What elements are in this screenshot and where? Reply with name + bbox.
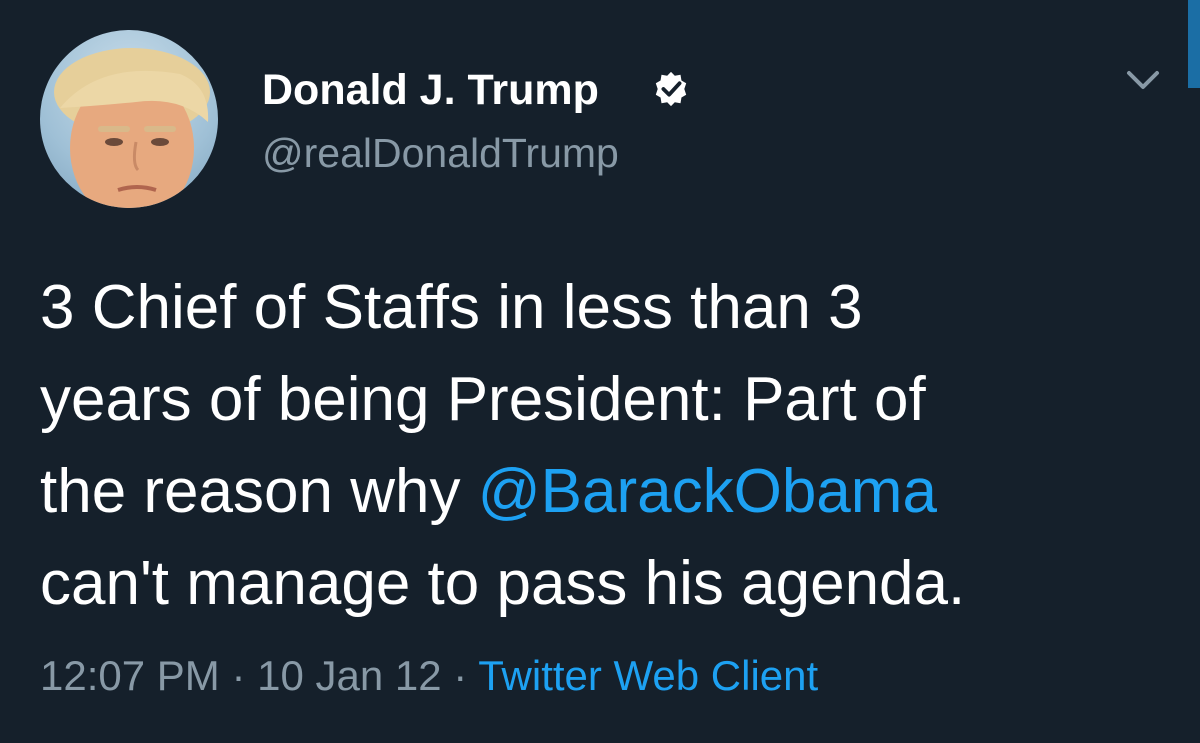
- tweet-line-3: the reason why @BarackObama: [40, 446, 1180, 538]
- meta-separator: ·: [441, 652, 479, 699]
- tweet-line-3-text: the reason why: [40, 457, 478, 526]
- avatar[interactable]: [40, 30, 218, 208]
- verified-badge-icon: [655, 71, 687, 107]
- author-display-name[interactable]: Donald J. Trump: [262, 66, 599, 115]
- tweet-card: Donald J. Trump @realDonaldTrump 3 Chief…: [0, 0, 1200, 743]
- tweet-time[interactable]: 12:07 PM: [40, 652, 220, 699]
- tweet-line-2: years of being President: Part of: [40, 365, 926, 434]
- tweet-date[interactable]: 10 Jan 12: [257, 652, 442, 699]
- mention-link[interactable]: @BarackObama: [478, 457, 937, 526]
- author-handle[interactable]: @realDonaldTrump: [262, 130, 619, 177]
- tweet-source-link[interactable]: Twitter Web Client: [478, 652, 818, 699]
- chevron-down-icon[interactable]: [1121, 63, 1165, 99]
- tweet-body: 3 Chief of Staffs in less than 3 years o…: [40, 262, 1180, 630]
- tweet-line-1: 3 Chief of Staffs in less than 3: [40, 273, 863, 342]
- avatar-portrait: [54, 48, 210, 208]
- scroll-edge-indicator: [1188, 0, 1200, 88]
- tweet-meta: 12:07 PM · 10 Jan 12 · Twitter Web Clien…: [40, 652, 818, 700]
- tweet-line-4: can't manage to pass his agenda.: [40, 549, 966, 618]
- meta-separator: ·: [219, 652, 258, 699]
